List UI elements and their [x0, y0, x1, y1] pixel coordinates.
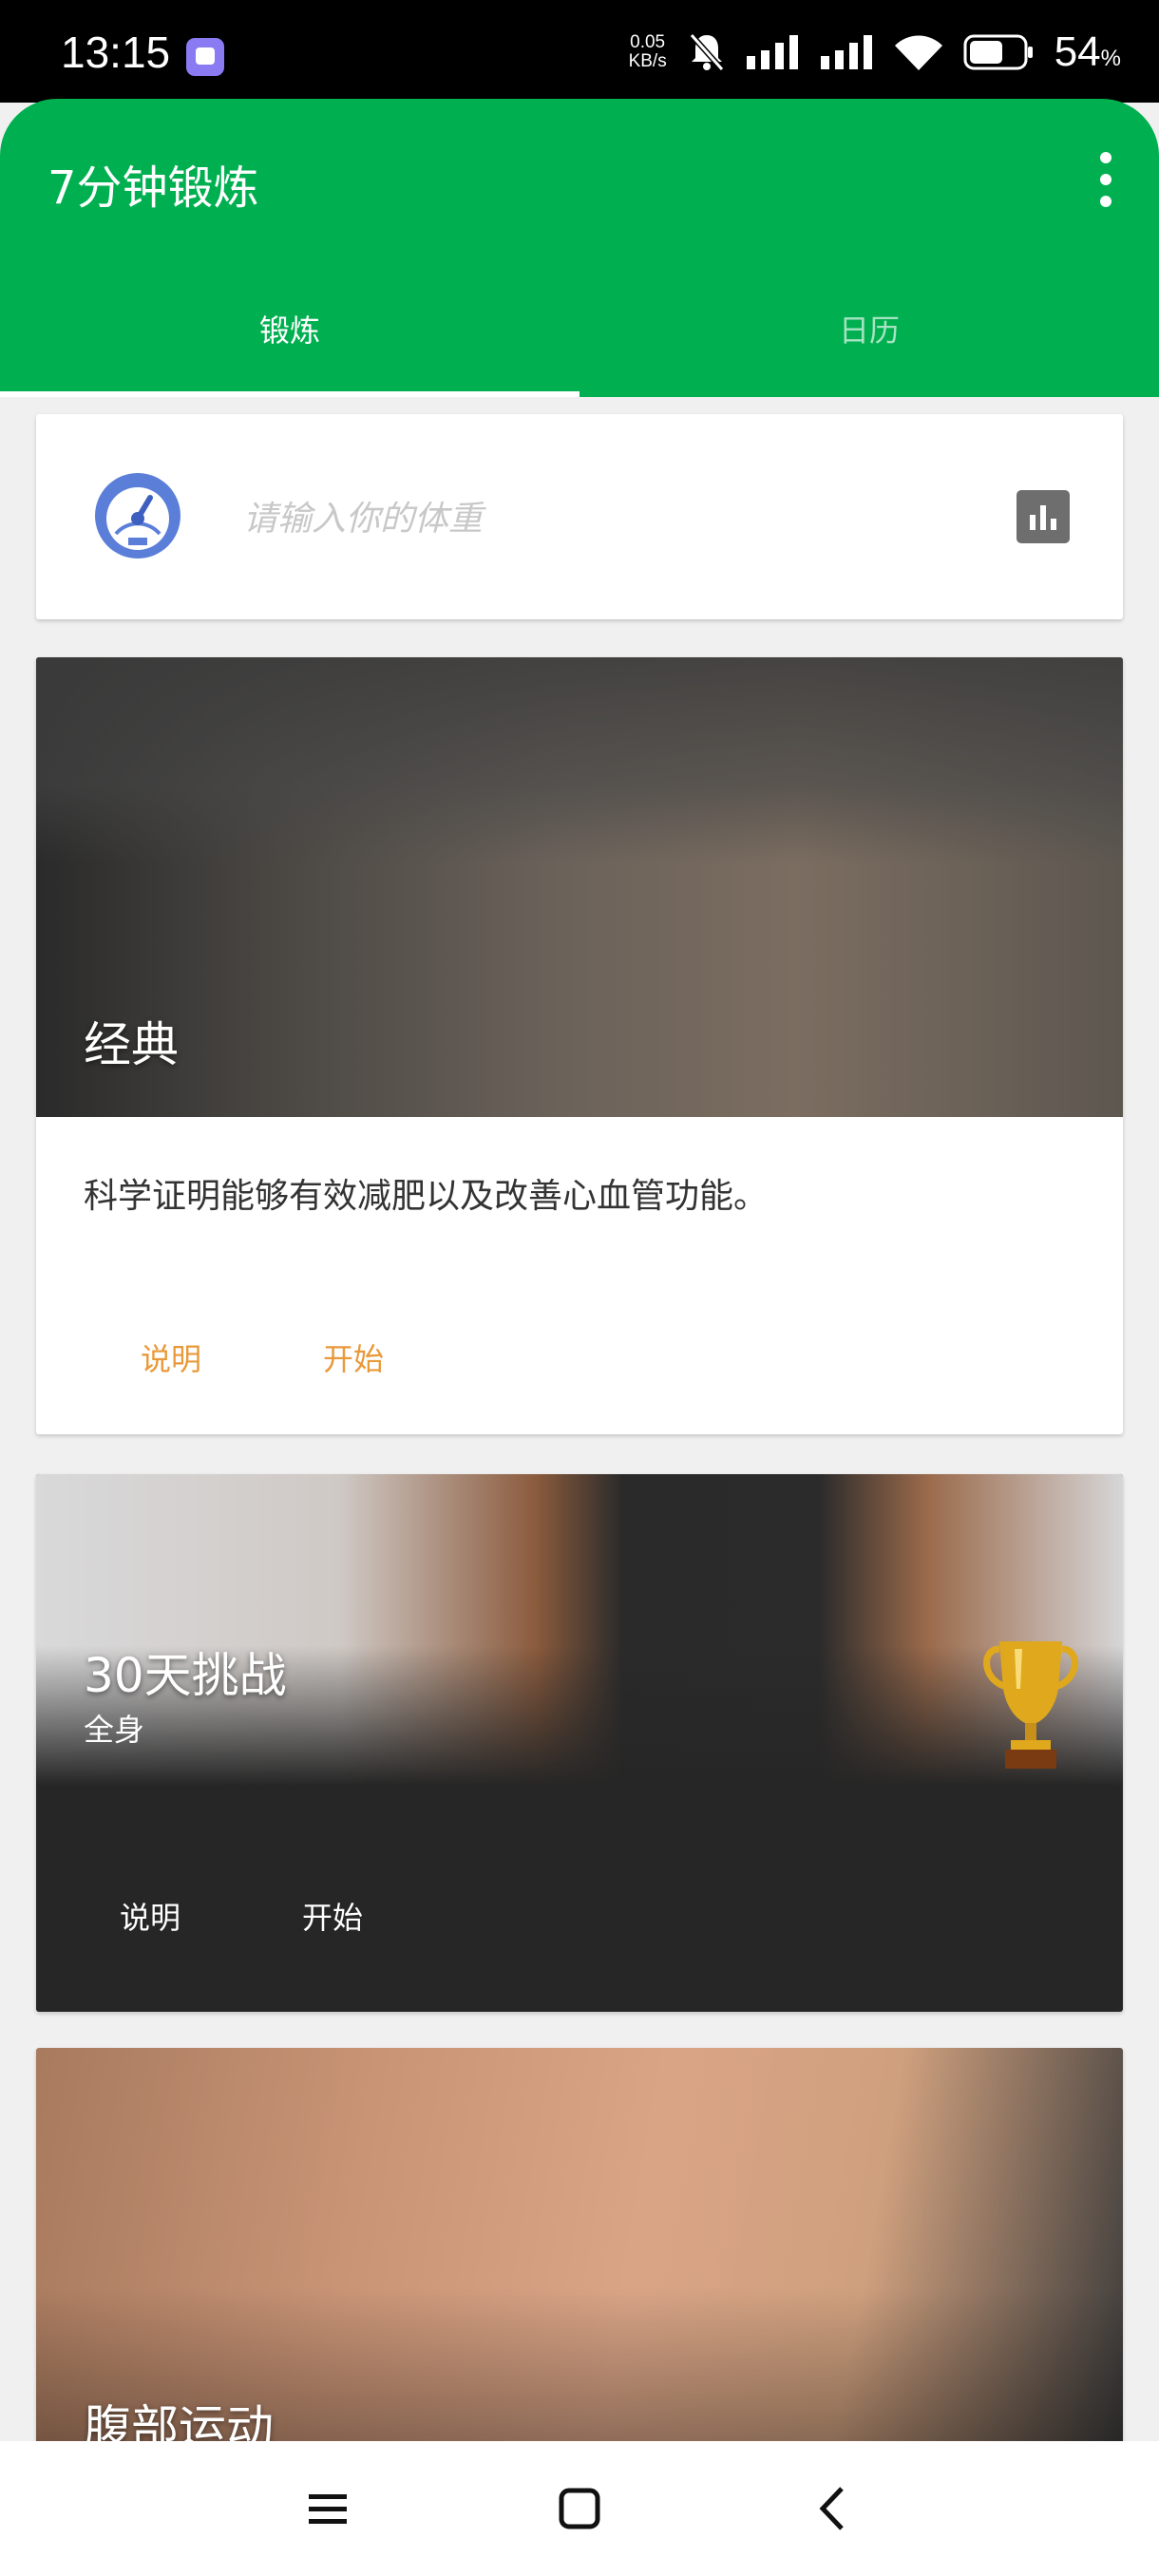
workout-image: 腹部运动	[36, 2048, 1123, 2447]
workout-title: 经典	[84, 1017, 179, 1072]
workout-subtitle: 全身	[84, 1712, 145, 1748]
network-speed-unit: KB/s	[628, 51, 667, 71]
tab-indicator	[0, 391, 580, 397]
status-time: 13:15	[61, 28, 171, 77]
mute-icon	[689, 33, 724, 71]
home-icon[interactable]	[542, 2475, 618, 2542]
workout-card-classic[interactable]: 经典 科学证明能够有效减肥以及改善心血管功能。 说明 开始	[36, 657, 1123, 1434]
signal-icon	[820, 35, 872, 69]
overflow-menu-icon[interactable]	[1087, 146, 1125, 213]
network-speed: 0.05 KB/s	[629, 33, 667, 71]
workout-title: 腹部运动	[84, 2400, 274, 2447]
app-bar: 7分钟锻炼 锻炼 日历	[0, 99, 1159, 397]
trophy-icon	[983, 1641, 1078, 1769]
workout-image	[36, 1474, 1123, 1786]
battery-level: 54%	[1054, 28, 1121, 76]
weight-card	[36, 414, 1123, 619]
wifi-icon	[894, 35, 942, 70]
info-button[interactable]: 说明	[141, 1335, 201, 1379]
info-button[interactable]: 说明	[120, 1894, 180, 1938]
start-button[interactable]: 开始	[323, 1335, 384, 1379]
signal-icon	[746, 35, 798, 69]
status-icons: 0.05 KB/s 54%	[629, 28, 1121, 76]
workout-image: 经典	[36, 657, 1123, 1117]
tab-calendar[interactable]: 日历	[580, 302, 1159, 397]
battery-unit: %	[1100, 46, 1121, 71]
workout-card-abs[interactable]: 腹部运动	[36, 2048, 1123, 2447]
battery-icon	[963, 34, 1033, 70]
tab-calendar-label: 日历	[838, 313, 900, 349]
system-nav-bar	[0, 2441, 1159, 2576]
network-speed-value: 0.05	[630, 32, 666, 52]
weight-input[interactable]	[243, 481, 965, 557]
menu-icon[interactable]	[290, 2475, 366, 2542]
app-title: 7分钟锻炼	[48, 161, 259, 215]
back-icon[interactable]	[794, 2475, 870, 2542]
workout-description: 科学证明能够有效减肥以及改善心血管功能。	[84, 1177, 769, 1216]
battery-percent: 54	[1054, 28, 1101, 75]
app-notification-icon	[186, 38, 224, 76]
gauge-icon	[95, 473, 180, 559]
workout-card-30-day[interactable]: 30天挑战 全身 说明 开始	[36, 1474, 1123, 2012]
status-bar: 13:15 0.05 KB/s 54%	[0, 0, 1159, 103]
bar-chart-icon[interactable]	[1016, 490, 1070, 543]
tab-workout[interactable]: 锻炼	[0, 302, 580, 397]
tab-workout-label: 锻炼	[258, 313, 320, 349]
start-button[interactable]: 开始	[302, 1894, 363, 1938]
workout-title: 30天挑战	[84, 1648, 287, 1703]
